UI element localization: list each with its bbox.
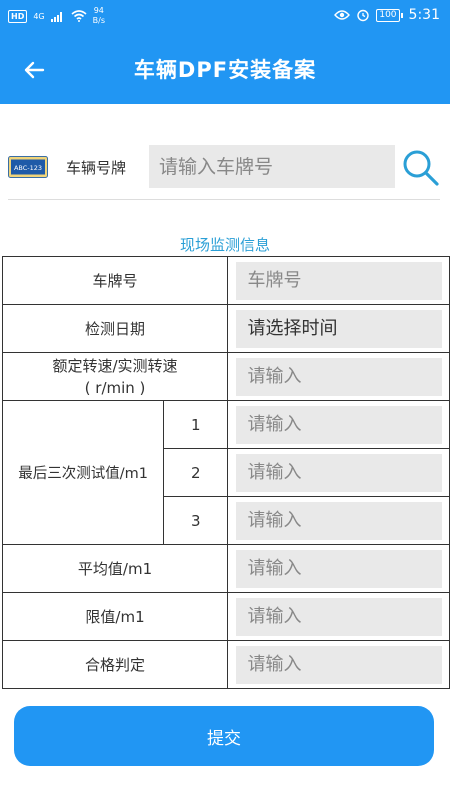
alarm-icon	[357, 9, 370, 22]
plate-row-label: 车牌号	[1, 256, 229, 305]
row-limit: 限值/m1	[1, 592, 450, 641]
speed-row-cell	[227, 352, 450, 401]
last3-input-3[interactable]	[235, 501, 442, 540]
average-row-label: 平均值/m1	[1, 544, 229, 593]
network-speed-unit: B/s	[92, 16, 105, 25]
last3-input-2[interactable]	[235, 453, 442, 492]
submit-button[interactable]: 提交	[14, 706, 434, 766]
monitoring-form: 车牌号 检测日期 请选择时间 额定转速/实测转速 ( r/min ) 最后三次测…	[1, 256, 450, 689]
row-speed: 额定转速/实测转速 ( r/min )	[1, 352, 450, 401]
battery-level: 100	[376, 8, 400, 22]
last3-cell-3	[227, 496, 450, 545]
average-row-cell	[227, 544, 450, 593]
divider	[8, 199, 440, 200]
plate-number-label: 车辆号牌	[66, 159, 127, 177]
limit-input[interactable]	[235, 597, 442, 636]
row-average: 平均值/m1	[1, 544, 450, 593]
speed-label-line2: ( r/min )	[84, 378, 146, 397]
speed-input[interactable]	[235, 357, 442, 396]
status-bar: HD 4G 94 B/s 100 5:31	[0, 0, 450, 34]
average-input[interactable]	[235, 549, 442, 588]
app-header: HD 4G 94 B/s 100 5:31 车辆DPF安装备案	[0, 0, 450, 104]
last3-input-1[interactable]	[235, 405, 442, 444]
status-time: 5:31	[408, 7, 440, 23]
limit-row-cell	[227, 592, 450, 641]
result-input[interactable]	[235, 645, 442, 684]
date-row-cell: 请选择时间	[227, 304, 450, 353]
network-type: 4G	[33, 11, 45, 21]
date-row-label: 检测日期	[1, 304, 229, 353]
limit-row-label: 限值/m1	[1, 592, 229, 641]
result-row-label: 合格判定	[1, 640, 229, 689]
section-title: 现场监测信息	[179, 236, 270, 254]
eye-icon	[334, 10, 351, 20]
page-title: 车辆DPF安装备案	[133, 58, 317, 82]
nav-bar: 车辆DPF安装备案	[0, 40, 450, 100]
status-left: HD 4G 94 B/s	[8, 6, 105, 26]
last3-cell-1	[227, 400, 450, 449]
result-row-cell	[227, 640, 450, 689]
wifi-icon	[71, 10, 87, 22]
speed-row-label: 额定转速/实测转速 ( r/min )	[1, 352, 229, 401]
search-button[interactable]	[400, 147, 442, 189]
search-icon	[403, 150, 439, 186]
date-picker[interactable]: 请选择时间	[235, 309, 442, 348]
row-last3-1: 最后三次测试值/m1 1	[1, 400, 450, 545]
plate-row-cell	[227, 256, 450, 305]
row-plate: 车牌号	[1, 256, 450, 305]
last3-index-1: 1	[163, 400, 229, 449]
speed-label-line1: 额定转速/实测转速	[52, 356, 178, 375]
status-right: 100 5:31	[334, 7, 440, 23]
plate-icon-text: ABC-123	[14, 164, 42, 172]
last3-index-3: 3	[163, 496, 229, 545]
network-speed: 94 B/s	[93, 6, 105, 26]
signal-icon	[50, 12, 62, 22]
plate-number-input[interactable]	[149, 145, 395, 188]
last3-cell-2	[227, 448, 450, 497]
row-result: 合格判定	[1, 640, 450, 689]
license-plate-icon: ABC-123	[8, 156, 48, 182]
hd-badge: HD	[8, 9, 28, 23]
battery-indicator: 100	[376, 8, 403, 22]
plate-row-input[interactable]	[235, 261, 442, 300]
network-speed-value: 94	[93, 6, 104, 15]
last3-index-2: 2	[163, 448, 229, 497]
battery-tip	[400, 12, 403, 18]
row-date: 检测日期 请选择时间	[1, 304, 450, 353]
last3-label: 最后三次测试值/m1	[1, 400, 165, 545]
